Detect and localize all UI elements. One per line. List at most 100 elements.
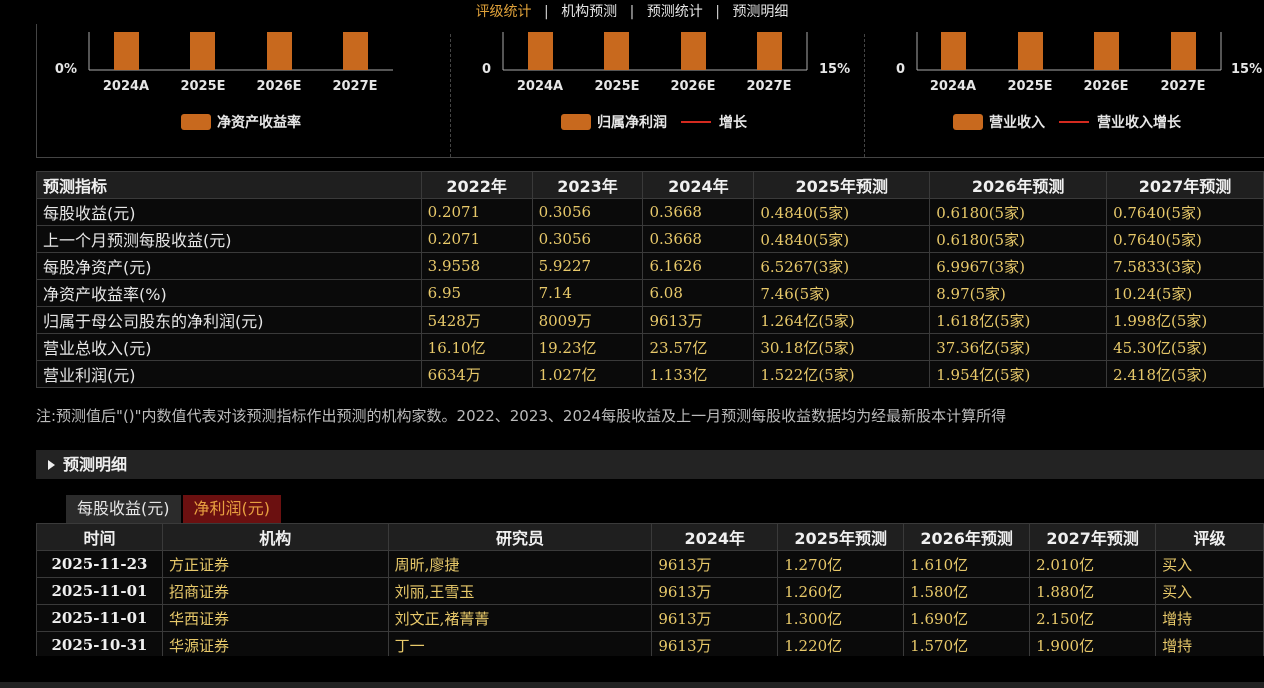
institution-cell[interactable]: 华源证券 — [161, 631, 389, 659]
table-cell: 7.14 — [531, 279, 644, 307]
column-header: 2025年预测 — [753, 171, 931, 199]
table-row: 2025-11-23 方正证券 周昕,廖捷 9613万 1.270亿 1.610… — [36, 550, 1264, 578]
table-row: 每股净资产(元) 3.9558 5.9227 6.1626 6.5267(3家)… — [36, 252, 1264, 280]
row-label: 上一个月预测每股收益(元) — [36, 225, 422, 253]
column-header: 预测指标 — [36, 171, 422, 199]
legend-bar-swatch — [561, 114, 591, 130]
table-cell: 9613万 — [651, 631, 779, 659]
table-cell: 5428万 — [420, 306, 533, 334]
column-header: 2027年预测 — [1029, 523, 1157, 551]
table-cell: 1.690亿 — [903, 604, 1031, 632]
nav-separator: | — [544, 4, 549, 20]
detail-tabs: 每股收益(元) 净利润(元) — [66, 495, 283, 523]
y-axis-tick: 0 — [482, 62, 491, 77]
table-cell: 0.6180(5家) — [929, 198, 1108, 226]
legend-bar-label: 净资产收益率 — [217, 115, 301, 131]
column-header: 2022年 — [420, 171, 533, 199]
tab-net-profit[interactable]: 净利润(元) — [182, 495, 281, 523]
column-header: 2024年 — [651, 523, 779, 551]
researcher-cell: 丁一 — [387, 631, 653, 659]
table-cell: 0.6180(5家) — [929, 225, 1108, 253]
bar — [267, 32, 292, 70]
table-cell: 1.522亿(5家) — [753, 360, 931, 388]
detail-table: 时间 机构 研究员 2024年 2025年预测 2026年预测 2027年预测 … — [36, 523, 1264, 659]
table-row: 营业总收入(元) 16.10亿 19.23亿 23.57亿 30.18亿(5家)… — [36, 333, 1264, 361]
column-header: 机构 — [161, 523, 389, 551]
table-cell: 0.3668 — [642, 198, 755, 226]
table-cell: 6.1626 — [642, 252, 755, 280]
rating-cell: 买入 — [1155, 577, 1264, 605]
legend-line-label: 增长 — [719, 115, 747, 131]
table-cell: 1.618亿(5家) — [929, 306, 1108, 334]
researcher-cell: 周昕,廖捷 — [387, 550, 653, 578]
institution-cell[interactable]: 方正证券 — [161, 550, 389, 578]
legend-bar-label: 营业收入 — [989, 115, 1045, 131]
table-cell: 1.900亿 — [1029, 631, 1157, 659]
table-cell: 37.36亿(5家) — [929, 333, 1108, 361]
bar — [604, 32, 629, 70]
bar — [114, 32, 139, 70]
top-navigation: 评级统计 | 机构预测 | 预测统计 | 预测明细 — [0, 0, 1264, 24]
y-axis-tick: 0% — [55, 62, 77, 77]
institution-cell[interactable]: 华西证券 — [161, 604, 389, 632]
chart-legend[interactable]: 净资产收益率 — [181, 112, 301, 132]
table-cell: 6.9967(3家) — [929, 252, 1108, 280]
researcher-cell: 刘文正,褚菁菁 — [387, 604, 653, 632]
table-cell: 10.24(5家) — [1106, 279, 1264, 307]
table-cell: 1.580亿 — [903, 577, 1031, 605]
column-header: 评级 — [1155, 523, 1264, 551]
bar — [757, 32, 782, 70]
table-cell: 1.133亿 — [642, 360, 755, 388]
chart-legend[interactable]: 归属净利润 增长 — [561, 112, 747, 132]
table-header-row: 预测指标 2022年 2023年 2024年 2025年预测 2026年预测 2… — [36, 171, 1264, 199]
institution-cell[interactable]: 招商证券 — [161, 577, 389, 605]
table-cell: 0.7640(5家) — [1106, 225, 1264, 253]
nav-separator: | — [715, 4, 720, 20]
section-header-forecast-detail[interactable]: 预测明细 — [36, 450, 1264, 479]
nav-rating-stats[interactable]: 评级统计 — [470, 4, 538, 20]
rating-cell: 买入 — [1155, 550, 1264, 578]
table-cell: 1.954亿(5家) — [929, 360, 1108, 388]
chart-legend[interactable]: 营业收入 营业收入增长 — [953, 112, 1181, 132]
horizontal-scrollbar[interactable] — [0, 682, 1264, 688]
x-axis-tick: 2027E — [332, 79, 377, 94]
nav-forecast-detail[interactable]: 预测明细 — [726, 4, 794, 20]
table-row: 2025-11-01 招商证券 刘丽,王雪玉 9613万 1.260亿 1.58… — [36, 577, 1264, 605]
table-cell: 0.3668 — [642, 225, 755, 253]
table-cell: 9613万 — [651, 604, 779, 632]
row-label: 归属于母公司股东的净利润(元) — [36, 306, 422, 334]
table-row: 营业利润(元) 6634万 1.027亿 1.133亿 1.522亿(5家) 1… — [36, 360, 1264, 388]
bar — [941, 32, 966, 70]
table-cell: 2.150亿 — [1029, 604, 1157, 632]
chart-roe: 0% 2024A 2025E 2026E 2027E 净资产收益率 — [37, 24, 451, 157]
legend-bar-swatch — [953, 114, 983, 130]
nav-institution-forecast[interactable]: 机构预测 — [555, 4, 623, 20]
caret-right-icon — [48, 460, 55, 470]
table-cell: 1.570亿 — [903, 631, 1031, 659]
footnote: 注:预测值后"()"内数值代表对该预测指标作出预测的机构家数。2022、2023… — [36, 407, 1007, 425]
table-cell: 9613万 — [642, 306, 755, 334]
section-title: 预测明细 — [63, 455, 128, 474]
date-cell: 2025-11-01 — [36, 604, 163, 632]
rating-cell: 增持 — [1155, 604, 1264, 632]
date-cell: 2025-10-31 — [36, 631, 163, 659]
table-cell: 1.220亿 — [777, 631, 905, 659]
table-cell: 6.08 — [642, 279, 755, 307]
column-header: 研究员 — [387, 523, 653, 551]
column-header: 2025年预测 — [777, 523, 905, 551]
nav-forecast-stats[interactable]: 预测统计 — [641, 4, 709, 20]
table-cell: 30.18亿(5家) — [753, 333, 931, 361]
chart-net-profit-svg: 0 15% 2024A 2025E 2026E 2027E — [482, 32, 850, 94]
table-row: 2025-11-01 华西证券 刘文正,褚菁菁 9613万 1.300亿 1.6… — [36, 604, 1264, 632]
table-cell: 0.4840(5家) — [753, 225, 931, 253]
table-cell: 8009万 — [531, 306, 644, 334]
column-header: 2026年预测 — [903, 523, 1031, 551]
table-cell: 7.46(5家) — [753, 279, 931, 307]
table-cell: 0.2071 — [420, 198, 533, 226]
column-header: 2024年 — [642, 171, 755, 199]
bar — [343, 32, 368, 70]
tab-eps[interactable]: 每股收益(元) — [66, 495, 181, 523]
table-row: 上一个月预测每股收益(元) 0.2071 0.3056 0.3668 0.484… — [36, 225, 1264, 253]
table-cell: 1.027亿 — [531, 360, 644, 388]
column-header: 时间 — [36, 523, 163, 551]
